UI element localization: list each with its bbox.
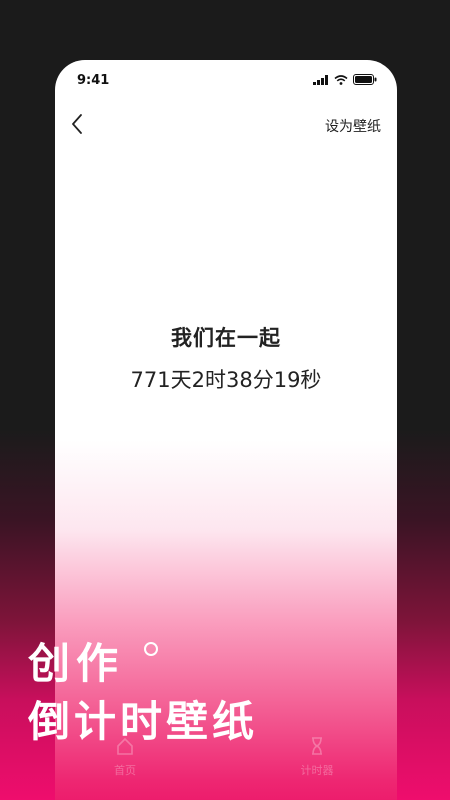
wifi-icon	[334, 74, 348, 85]
tab-home-label: 首页	[114, 764, 136, 777]
signal-icon	[313, 74, 328, 85]
back-button[interactable]	[63, 110, 91, 138]
promo-caption: 创作 倒计时壁纸	[28, 636, 258, 752]
chevron-left-icon	[72, 114, 82, 134]
countdown-block: 我们在一起 771天2时38分19秒	[55, 322, 397, 394]
hourglass-icon	[312, 737, 322, 755]
countdown-timer: 771天2时38分19秒	[130, 368, 322, 392]
promo-caption-line1-text: 创作	[28, 639, 125, 688]
status-icons	[313, 74, 377, 85]
battery-icon	[353, 74, 377, 85]
decorative-circle-icon	[144, 642, 158, 656]
promo-caption-line1: 创作	[28, 636, 258, 692]
promo-background: 9:41 设为壁纸 我们在一起 771天2时38分19秒 首页 计时器 创作 倒…	[0, 0, 450, 800]
promo-caption-line2: 倒计时壁纸	[28, 697, 259, 746]
status-bar: 9:41	[55, 60, 397, 100]
tab-timer[interactable]: 计时器	[277, 736, 357, 778]
status-time: 9:41	[77, 73, 110, 88]
nav-bar: 设为壁纸	[55, 104, 397, 144]
set-wallpaper-button[interactable]: 设为壁纸	[325, 116, 381, 136]
countdown-title: 我们在一起	[171, 326, 281, 350]
tab-timer-label: 计时器	[300, 764, 334, 777]
